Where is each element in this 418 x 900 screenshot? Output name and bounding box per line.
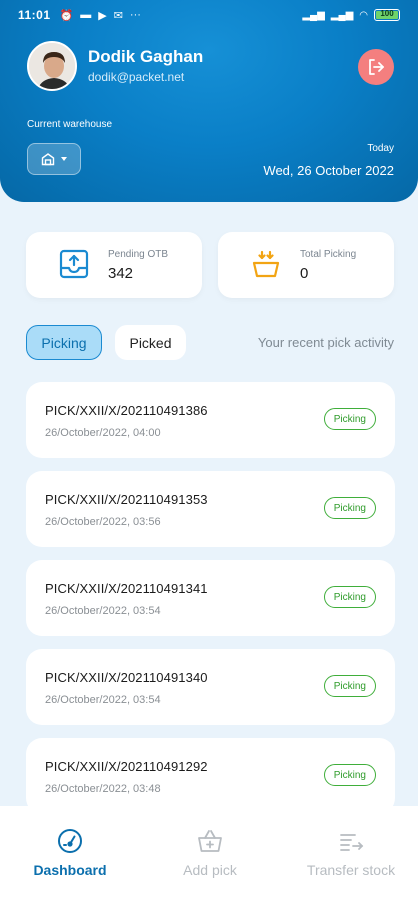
pick-code: PICK/XXII/X/202110491386 <box>45 403 208 418</box>
nav-label: Dashboard <box>33 862 107 878</box>
stat-value: 342 <box>108 265 134 282</box>
recent-activity-label: Your recent pick activity <box>257 335 394 350</box>
mail-icon: ✉ <box>113 9 123 22</box>
pick-date: 26/October/2022, 03:54 <box>45 694 161 706</box>
basket-download-icon <box>252 250 280 278</box>
nav-dashboard[interactable]: Dashboard <box>26 806 114 900</box>
user-name: Dodik Gaghan <box>88 47 204 66</box>
list-item[interactable]: PICK/XXII/X/202110491386 26/October/2022… <box>26 382 395 458</box>
list-item[interactable]: PICK/XXII/X/202110491341 26/October/2022… <box>26 560 395 636</box>
pick-date: 26/October/2022, 03:48 <box>45 783 161 795</box>
pending-otb-card[interactable]: Pending OTB 342 <box>26 232 202 298</box>
nav-label: Transfer stock <box>306 862 396 878</box>
list-item[interactable]: PICK/XXII/X/202110491292 26/October/2022… <box>26 738 395 806</box>
nav-label: Add pick <box>183 862 237 878</box>
total-picking-card[interactable]: Total Picking 0 <box>218 232 394 298</box>
pick-code: PICK/XXII/X/202110491292 <box>45 759 208 774</box>
avatar[interactable] <box>27 41 77 91</box>
transfer-icon <box>340 834 364 851</box>
warehouse-icon <box>41 153 55 166</box>
logout-button[interactable] <box>358 49 394 85</box>
signal-icon: ▂▄▆ <box>330 9 354 21</box>
pick-code: PICK/XXII/X/202110491341 <box>45 581 208 596</box>
warehouse-label: Current warehouse <box>27 119 113 130</box>
today-label: Today <box>367 143 394 154</box>
stat-value: 0 <box>300 265 309 282</box>
chevron-down-icon <box>61 157 67 161</box>
pick-date: 26/October/2022, 04:00 <box>45 427 161 439</box>
status-badge: Picking <box>323 497 376 519</box>
inbox-upload-icon <box>59 249 89 279</box>
wifi-icon: ◠ <box>359 9 368 21</box>
pick-date: 26/October/2022, 03:56 <box>45 516 161 528</box>
status-bar: 11:01 ⏰ ▬ ▶ ✉ ··· ▂▄▆ ▂▄▆ ◠ 100 <box>0 0 418 30</box>
message-icon: ▬ <box>80 9 92 21</box>
stat-label: Pending OTB <box>108 249 169 260</box>
stat-label: Total Picking <box>300 249 357 260</box>
basket-add-icon <box>198 830 222 852</box>
list-item[interactable]: PICK/XXII/X/202110491340 26/October/2022… <box>26 649 395 725</box>
alarm-icon: ⏰ <box>59 9 74 22</box>
status-time: 11:01 <box>18 8 51 22</box>
status-badge: Picking <box>323 764 376 786</box>
status-badge: Picking <box>323 408 376 430</box>
pick-list[interactable]: PICK/XXII/X/202110491386 26/October/2022… <box>26 382 395 806</box>
bottom-nav: Dashboard Add pick Transfer stock <box>0 806 418 900</box>
nav-add-pick[interactable]: Add pick <box>168 806 252 900</box>
pick-code: PICK/XXII/X/202110491353 <box>45 492 208 507</box>
user-email: dodik@packet.net <box>88 70 185 84</box>
status-badge: Picking <box>323 675 376 697</box>
logout-icon <box>369 59 384 75</box>
profile-header: 11:01 ⏰ ▬ ▶ ✉ ··· ▂▄▆ ▂▄▆ ◠ 100 Dodik Ga… <box>0 0 418 202</box>
list-item[interactable]: PICK/XXII/X/202110491353 26/October/2022… <box>26 471 395 547</box>
nav-transfer-stock[interactable]: Transfer stock <box>296 806 406 900</box>
more-icon: ··· <box>129 9 141 21</box>
signal-icon: ▂▄▆ <box>302 9 325 21</box>
pick-code: PICK/XXII/X/202110491340 <box>45 670 208 685</box>
gauge-icon <box>58 829 82 853</box>
tab-picking[interactable]: Picking <box>26 325 102 360</box>
warehouse-selector[interactable] <box>27 143 81 175</box>
tab-picked[interactable]: Picked <box>115 325 186 360</box>
today-date: Wed, 26 October 2022 <box>263 163 394 178</box>
pick-date: 26/October/2022, 03:54 <box>45 605 161 617</box>
status-badge: Picking <box>323 586 376 608</box>
battery-icon: 100 <box>374 9 400 21</box>
play-icon: ▶ <box>98 9 107 22</box>
